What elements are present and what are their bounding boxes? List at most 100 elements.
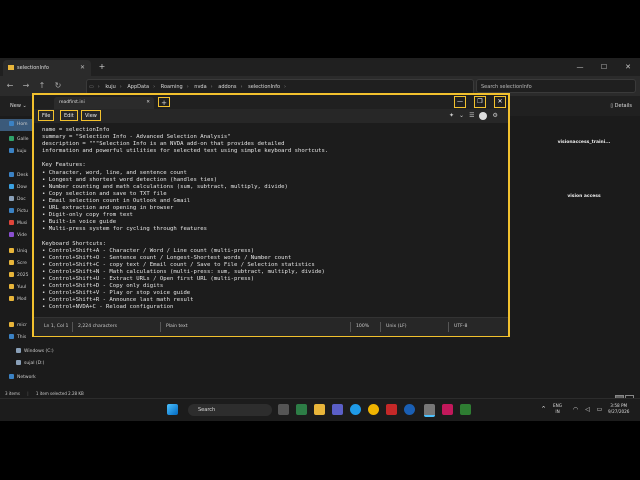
sidebar-item-label: Doc <box>17 197 26 202</box>
menu-bar: File Edit View <box>34 109 508 123</box>
breadcrumb-item[interactable]: selectionInfo <box>248 80 280 94</box>
lang-top: ENG <box>553 403 563 408</box>
battery-icon[interactable]: ▭ <box>594 404 605 415</box>
breadcrumb-item[interactable]: kuju <box>105 80 115 94</box>
chevron-up-icon[interactable]: ⌃ <box>538 404 549 415</box>
file-tiles: visionaccess_traini... vision access <box>536 124 632 244</box>
maximize-icon[interactable]: ❐ <box>474 96 486 108</box>
menu-view[interactable]: View <box>81 110 101 121</box>
file-format: Plain text <box>166 324 188 329</box>
notepad-toolbar: ✦ ⌄ ☰ ⚙ <box>444 110 502 122</box>
app-icon[interactable] <box>442 404 453 415</box>
folder-icon <box>9 220 14 225</box>
sidebar-item-label: This <box>17 335 27 340</box>
folder-icon <box>9 284 14 289</box>
text-line: • Control+Shift+D - Copy only digits <box>42 283 164 290</box>
sidebar-item[interactable]: Windows (C:) <box>0 346 62 358</box>
text-line: name = selectionInfo <box>42 127 110 133</box>
text-editor[interactable]: name = selectionInfo summary = "Selection… <box>34 123 508 317</box>
drive-icon <box>9 334 14 339</box>
cursor-position: Ln 1, Col 1 <box>44 324 69 329</box>
sidebar-item-label: Musi <box>17 221 28 226</box>
sidebar-item-label: sujal (D:) <box>24 361 45 366</box>
sidebar-item-label: Dow <box>17 185 27 190</box>
close-tab-icon[interactable]: ✕ <box>146 97 150 109</box>
close-window-icon[interactable]: ✕ <box>494 96 506 108</box>
task-view-icon[interactable] <box>278 404 289 415</box>
details-button[interactable]: ▯ Details <box>610 100 632 112</box>
explorer-tab-bar: selectionInfo ✕ + — ☐ ✕ <box>0 58 640 76</box>
sidebar-item-label: Network <box>17 375 36 380</box>
folder-icon <box>9 208 14 213</box>
text-line: • Control+Shift+U - Extract URLs / Open … <box>42 275 255 282</box>
sidebar-item-label: Pictu <box>17 209 28 214</box>
app-icon[interactable] <box>460 404 471 415</box>
terminal-icon[interactable] <box>296 404 307 415</box>
folder-icon <box>8 65 14 70</box>
close-tab-icon[interactable]: ✕ <box>80 60 85 76</box>
avatar[interactable] <box>479 111 488 120</box>
breadcrumb-item[interactable]: addons <box>218 80 236 94</box>
file-tile[interactable]: vision access <box>536 194 632 199</box>
new-button[interactable]: New ⌄ <box>10 100 27 112</box>
sidebar-item[interactable]: Network <box>0 372 62 384</box>
menu-edit[interactable]: Edit <box>60 110 78 121</box>
notepad-taskbar-icon[interactable] <box>424 404 435 417</box>
text-line: • Control+Shift+R - Announce last math r… <box>42 297 194 304</box>
search-placeholder: Search selectionInfo <box>481 84 532 90</box>
text-line: • Multi-press system for cycling through… <box>42 226 208 233</box>
encoding[interactable]: UTF-8 <box>454 318 467 336</box>
hp-icon[interactable] <box>404 404 415 415</box>
text-line: • Control+Shift+A - Character / Word / L… <box>42 247 255 254</box>
text-line: information and powerful utilities for s… <box>42 148 329 155</box>
new-tab-button[interactable]: + <box>158 97 170 107</box>
dropdown-icon[interactable]: ⌄ <box>459 110 464 122</box>
file-explorer-icon[interactable] <box>314 404 325 415</box>
breadcrumb-item[interactable]: nvda <box>194 80 206 94</box>
volume-icon[interactable]: ◁ <box>582 404 593 415</box>
app-icon[interactable] <box>386 404 397 415</box>
language-indicator[interactable]: ENG IN <box>553 403 562 414</box>
minimize-icon[interactable]: — <box>454 96 466 108</box>
file-tile[interactable]: visionaccess_traini... <box>536 140 632 145</box>
text-line: • Control+NVDA+C - Reload configuration <box>42 304 174 311</box>
sidebar-item[interactable]: sujal (D:) <box>0 358 62 370</box>
taskbar-search[interactable]: Search <box>188 404 272 416</box>
date: 9/27/2026 <box>608 408 630 414</box>
copilot-icon[interactable]: ✦ <box>449 110 454 122</box>
maximize-icon[interactable]: ☐ <box>592 58 616 76</box>
explorer-tab[interactable]: selectionInfo ✕ <box>3 60 91 76</box>
notepad-status-bar: Ln 1, Col 1 2,224 characters Plain text … <box>34 317 508 336</box>
start-icon[interactable] <box>167 404 178 415</box>
breadcrumb-item[interactable]: AppData <box>127 80 149 94</box>
text-line: • Longest and shortest word detection (h… <box>42 176 218 183</box>
menu-file[interactable]: File <box>38 110 55 121</box>
line-ending[interactable]: Unix (LF) <box>386 318 407 336</box>
search-input[interactable]: Search selectionInfo <box>476 79 636 93</box>
text-line: • Control+Shift+C - copy text / Email co… <box>42 261 315 268</box>
text-line: • Control+Shift+N - Math calculations (m… <box>42 268 325 275</box>
zoom-level[interactable]: 100% <box>356 318 369 336</box>
format-icon[interactable]: ☰ <box>469 110 474 122</box>
close-window-icon[interactable]: ✕ <box>616 58 640 76</box>
chrome-icon[interactable] <box>368 404 379 415</box>
gear-icon[interactable]: ⚙ <box>492 110 497 122</box>
back-icon[interactable]: ← <box>2 76 18 96</box>
notepad-tab[interactable]: readfirst.ini ✕ <box>54 97 154 109</box>
sidebar-item-label: Hom <box>17 122 28 127</box>
sidebar-item-label: Vide <box>17 233 27 238</box>
breadcrumb-item[interactable]: Roaming <box>161 80 183 94</box>
text-line: • Email selection count in Outlook and G… <box>42 197 191 204</box>
folder-icon <box>9 172 14 177</box>
new-tab-button[interactable]: + <box>95 60 109 74</box>
monitor-icon: ▭ <box>89 84 94 90</box>
edge-icon[interactable] <box>350 404 361 415</box>
teams-icon[interactable] <box>332 404 343 415</box>
text-line: Key Features: <box>42 162 86 169</box>
minimize-icon[interactable]: — <box>568 58 592 76</box>
sidebar-item-label: Mod <box>17 297 27 302</box>
wifi-icon[interactable]: ◠ <box>570 404 581 415</box>
text-line: description = """Selection Info is an NV… <box>42 141 285 148</box>
sidebar-item-label: Desk <box>17 173 29 178</box>
clock[interactable]: 3:58 PM 9/27/2026 <box>608 403 629 414</box>
